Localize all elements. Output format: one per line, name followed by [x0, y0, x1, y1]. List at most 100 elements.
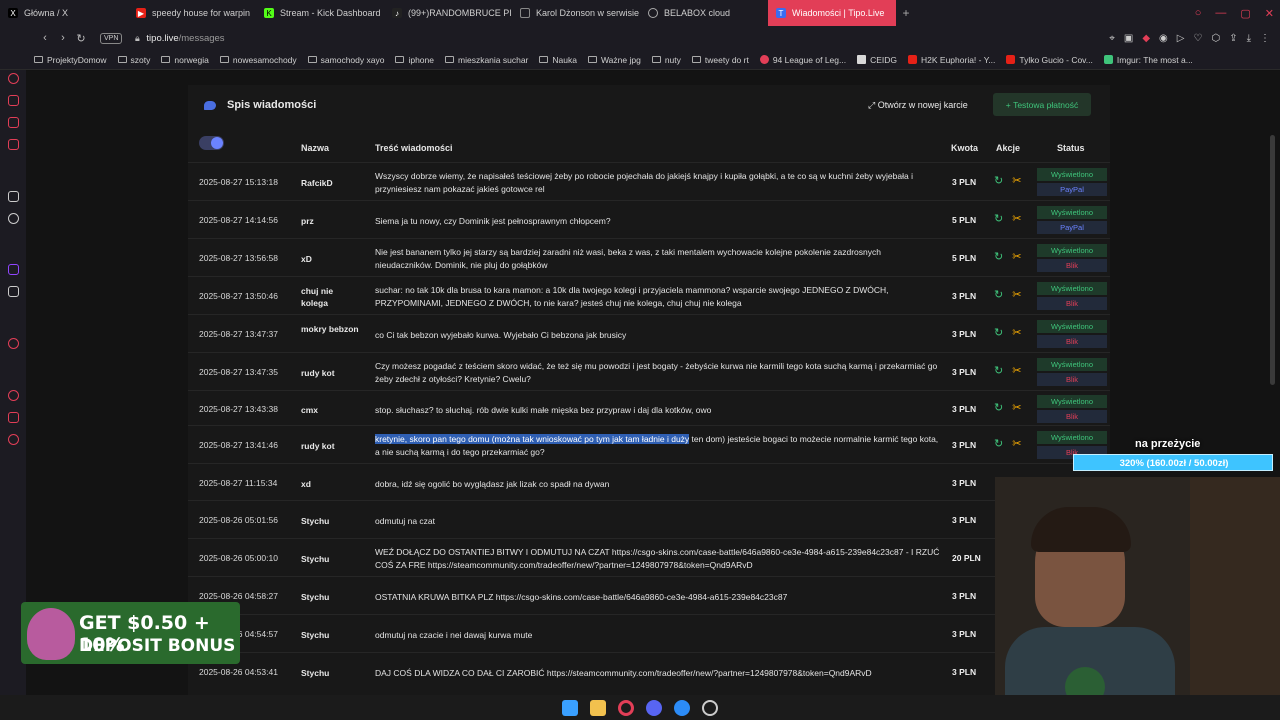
- tab-youtube[interactable]: ▶ speedy house for warpin: [128, 0, 256, 26]
- download-icon[interactable]: ⤓: [1247, 33, 1251, 44]
- row-message[interactable]: odmutuj na czacie i nei dawaj kurwa mute: [375, 629, 940, 642]
- vpn-badge[interactable]: VPN: [100, 32, 123, 44]
- messenger-icon[interactable]: [674, 699, 690, 716]
- discord-icon[interactable]: [646, 699, 662, 716]
- row-message[interactable]: kretynie, skoro pan tego domu (można tak…: [375, 433, 940, 459]
- table-header: Nazwa Treść wiadomości Kwota Akcje Statu…: [188, 137, 1110, 161]
- bookmark-link[interactable]: Tylko Gucio - Cov...: [1006, 55, 1093, 65]
- row-message[interactable]: DAJ COŚ DLA WIDZA CO DAŁ CI ZAROBIĆ http…: [375, 667, 940, 680]
- replay-icon[interactable]: ↻: [994, 437, 1003, 450]
- scissors-icon[interactable]: ✂: [1012, 174, 1021, 187]
- bookmark-folder[interactable]: norwegia: [161, 55, 209, 65]
- tab-belabox[interactable]: BELABOX cloud: [640, 0, 768, 26]
- row-message[interactable]: suchar: no tak 10k dla brusa to kara mam…: [375, 284, 940, 310]
- replay-icon[interactable]: ↻: [994, 401, 1003, 414]
- bookmark-folder[interactable]: nowesamochody: [219, 55, 297, 65]
- scrollbar[interactable]: [1270, 135, 1275, 385]
- windows-start-icon[interactable]: [562, 699, 578, 716]
- bookmark-folder[interactable]: samochody xayo: [307, 55, 384, 65]
- shield-icon[interactable]: ◆: [1142, 33, 1150, 44]
- promo-banner[interactable]: GET $0.50 + 10% DEPOSIT BONUS: [21, 602, 240, 664]
- tab-karol[interactable]: Karol Dżonson w serwisie: [512, 0, 640, 26]
- row-message[interactable]: Wszyscy dobrze wiemy, że napisałeś teści…: [375, 170, 940, 196]
- menu-icon[interactable]: ⋮: [1260, 33, 1270, 44]
- scissors-icon[interactable]: ✂: [1012, 437, 1021, 450]
- test-payment-button[interactable]: + Testowa płatność: [993, 93, 1091, 116]
- row-message[interactable]: dobra, idź się ogolić bo wyglądasz jak l…: [375, 478, 940, 491]
- ai-icon[interactable]: [8, 191, 19, 202]
- scissors-icon[interactable]: ✂: [1012, 364, 1021, 377]
- wallet-icon[interactable]: [8, 117, 19, 128]
- bag-icon[interactable]: [8, 95, 19, 106]
- row-actions: ↻ ✂: [994, 212, 1021, 225]
- bookmark-link[interactable]: CEIDG: [857, 55, 897, 65]
- back-icon[interactable]: ‹: [36, 32, 54, 44]
- scissors-icon[interactable]: ✂: [1012, 212, 1021, 225]
- tab-tipo[interactable]: T Wiadomości | Tipo.Live: [768, 0, 896, 26]
- url-field[interactable]: tipo.live/messages: [146, 33, 224, 44]
- camera-icon[interactable]: ◉: [1159, 33, 1168, 44]
- history-icon[interactable]: [8, 390, 19, 401]
- new-tab-button[interactable]: +: [896, 6, 916, 20]
- replay-icon[interactable]: ↻: [994, 250, 1003, 263]
- reload-icon[interactable]: ↻: [72, 32, 90, 45]
- replay-icon[interactable]: ↻: [994, 212, 1003, 225]
- add-icon[interactable]: [8, 338, 19, 349]
- share-icon[interactable]: ⇪: [1229, 33, 1237, 44]
- cube-icon[interactable]: ⬡: [1211, 33, 1220, 44]
- replay-icon[interactable]: ↻: [994, 326, 1003, 339]
- opera-gx-icon[interactable]: [618, 699, 634, 716]
- search-icon[interactable]: ○: [1195, 7, 1202, 19]
- bookmark-folder[interactable]: iphone: [395, 55, 434, 65]
- lock-icon[interactable]: 🔒︎: [128, 33, 146, 44]
- scissors-icon[interactable]: ✂: [1012, 288, 1021, 301]
- bookmark-folder[interactable]: Nauka: [539, 55, 577, 65]
- row-message[interactable]: WEŹ DOŁĄCZ DO OSTANTIEJ BITWY I ODMUTUJ …: [375, 546, 940, 572]
- bookmark-folder[interactable]: nuty: [651, 55, 681, 65]
- settings-icon[interactable]: [8, 434, 19, 445]
- tab-tiktok[interactable]: ♪ (99+)RANDOMBRUCE PI: [384, 0, 512, 26]
- heart-icon[interactable]: ♡: [1193, 33, 1202, 44]
- file-explorer-icon[interactable]: [590, 699, 606, 716]
- row-message[interactable]: Nie jest bananem tylko jej starzy są bar…: [375, 246, 940, 272]
- play-icon[interactable]: ▷: [1177, 33, 1185, 44]
- open-new-tab-button[interactable]: ⤢ Otwórz w nowej karcie: [868, 100, 968, 111]
- col-name: Nazwa: [301, 143, 330, 153]
- close-icon[interactable]: ✕: [1265, 7, 1274, 20]
- row-message[interactable]: co Ci tak bebzon wyjebało kurwa. Wyjebał…: [375, 329, 940, 342]
- bookmark-folder[interactable]: tweety do rt: [691, 55, 749, 65]
- row-amount: 3 PLN: [952, 440, 977, 450]
- pin-icon[interactable]: ⌖: [1109, 33, 1115, 44]
- row-message[interactable]: odmutuj na czat: [375, 515, 940, 528]
- twitch-icon[interactable]: [8, 264, 19, 275]
- row-message[interactable]: stop. słuchasz? to słuchaj. rób dwie kul…: [375, 404, 940, 417]
- replay-icon[interactable]: ↻: [994, 364, 1003, 377]
- replay-icon[interactable]: ↻: [994, 174, 1003, 187]
- chatgpt-icon[interactable]: [8, 213, 19, 224]
- bookmark-link[interactable]: H2K Euphoria! - Y...: [908, 55, 995, 65]
- bookmark-folder[interactable]: mieszkania suchar: [445, 55, 528, 65]
- scissors-icon[interactable]: ✂: [1012, 326, 1021, 339]
- bookmark-folder[interactable]: ProjektyDomow: [34, 55, 107, 65]
- row-message[interactable]: Siema ja tu nowy, czy Dominik jest pełno…: [375, 215, 940, 228]
- maximize-icon[interactable]: ▢: [1240, 7, 1250, 20]
- bookmark-folder[interactable]: Ważne jpg: [587, 55, 641, 65]
- tab-twitter[interactable]: X Główna / X: [0, 0, 128, 26]
- replay-icon[interactable]: ↻: [994, 288, 1003, 301]
- forward-icon[interactable]: ›: [54, 32, 72, 44]
- bookmark-folder[interactable]: szoty: [117, 55, 150, 65]
- minimize-icon[interactable]: —: [1215, 7, 1226, 19]
- news-icon[interactable]: [8, 73, 19, 84]
- snapshot-icon[interactable]: ▣: [1124, 33, 1133, 44]
- x-sidebar-icon[interactable]: [8, 286, 19, 297]
- extensions-icon[interactable]: [8, 412, 19, 423]
- bookmark-link[interactable]: 94 League of Leg...: [759, 55, 846, 65]
- scissors-icon[interactable]: ✂: [1012, 250, 1021, 263]
- row-message[interactable]: Czy możesz pogadać z teściem skoro widać…: [375, 360, 940, 386]
- row-message[interactable]: OSTATNIA KRUWA BITKA PLZ https://csgo-sk…: [375, 591, 940, 604]
- bookmark-link[interactable]: Imgur: The most a...: [1103, 55, 1193, 65]
- obs-icon[interactable]: [702, 699, 718, 716]
- mail-icon[interactable]: [8, 139, 19, 150]
- scissors-icon[interactable]: ✂: [1012, 401, 1021, 414]
- tab-kick[interactable]: K Stream - Kick Dashboard: [256, 0, 384, 26]
